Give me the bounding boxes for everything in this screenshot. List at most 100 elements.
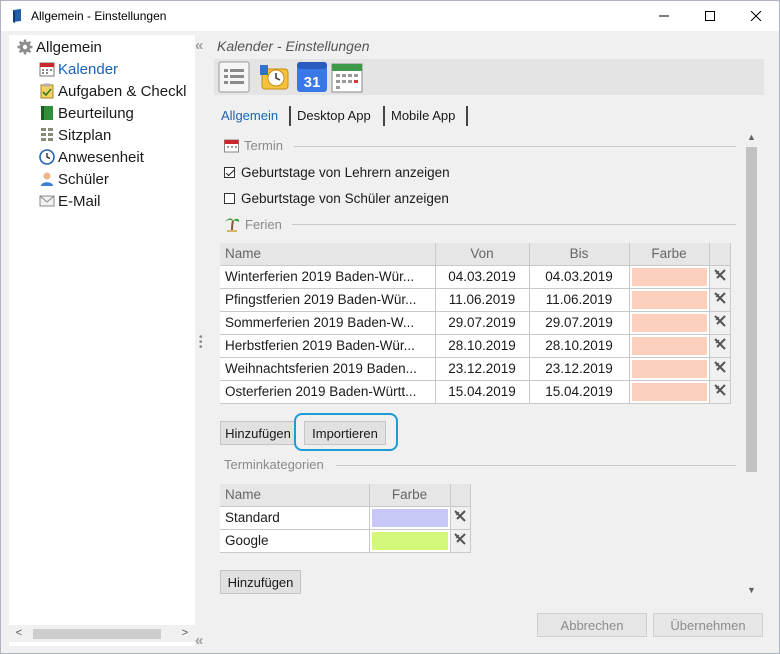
ferien-name-cell[interactable]: Weihnachtsferien 2019 Baden... bbox=[220, 357, 436, 381]
column-header-farbe[interactable]: Farbe bbox=[629, 243, 710, 266]
kategorie-name-cell[interactable]: Google bbox=[220, 529, 370, 553]
scrollbar-thumb[interactable] bbox=[746, 147, 757, 472]
tree-item-email[interactable]: E-Mail bbox=[39, 190, 101, 212]
cancel-button[interactable]: Abbrechen bbox=[537, 613, 647, 637]
color-swatch[interactable] bbox=[371, 508, 448, 527]
splitter-handle[interactable]: • • • bbox=[199, 333, 205, 353]
ferien-name-cell[interactable]: Sommerferien 2019 Baden-W... bbox=[220, 311, 436, 335]
ferien-color-cell[interactable] bbox=[629, 334, 710, 358]
kategorie-color-cell[interactable] bbox=[369, 529, 451, 553]
import-highlight-ring bbox=[294, 413, 398, 451]
table-row[interactable]: Google bbox=[220, 529, 471, 553]
tab-desktop-app[interactable]: Desktop App bbox=[293, 105, 375, 127]
checkbox-row-lehrer[interactable]: Geburtstage von Lehrern anzeigen bbox=[224, 165, 450, 180]
ferien-von-cell[interactable]: 28.10.2019 bbox=[435, 334, 530, 358]
ferien-von-cell[interactable]: 11.06.2019 bbox=[435, 288, 530, 312]
close-button[interactable] bbox=[733, 1, 779, 31]
ferien-color-cell[interactable] bbox=[629, 288, 710, 312]
scroll-down-icon[interactable]: ▼ bbox=[743, 582, 760, 598]
list-icon[interactable] bbox=[218, 61, 250, 93]
ferien-bis-cell[interactable]: 23.12.2019 bbox=[529, 357, 630, 381]
scroll-left-icon[interactable]: < bbox=[11, 625, 27, 642]
content-vertical-scrollbar[interactable]: ▲ ▼ bbox=[743, 127, 760, 600]
ferien-von-cell[interactable]: 15.04.2019 bbox=[435, 380, 530, 404]
ferien-color-cell[interactable] bbox=[629, 357, 710, 381]
sidebar-horizontal-scrollbar[interactable]: < > bbox=[9, 625, 195, 642]
color-swatch[interactable] bbox=[631, 313, 707, 332]
calendar-app-icon[interactable] bbox=[331, 61, 363, 93]
color-swatch[interactable] bbox=[631, 290, 707, 309]
delete-row-button[interactable] bbox=[709, 334, 731, 358]
ferien-color-cell[interactable] bbox=[629, 311, 710, 335]
tab-allgemein[interactable]: Allgemein bbox=[217, 105, 282, 127]
color-swatch[interactable] bbox=[631, 267, 707, 286]
maximize-button[interactable] bbox=[687, 1, 733, 31]
ferien-name-cell[interactable]: Pfingstferien 2019 Baden-Wür... bbox=[220, 288, 436, 312]
calendar-toolbar: 31 bbox=[214, 59, 764, 95]
table-row[interactable]: Standard bbox=[220, 506, 471, 530]
apply-button[interactable]: Übernehmen bbox=[653, 613, 763, 637]
birthday-teachers-checkbox[interactable] bbox=[224, 167, 235, 178]
delete-row-button[interactable] bbox=[709, 265, 731, 289]
collapse-panel-bottom-icon[interactable]: « bbox=[195, 632, 203, 649]
ferien-bis-cell[interactable]: 11.06.2019 bbox=[529, 288, 630, 312]
tab-mobile-app[interactable]: Mobile App bbox=[387, 105, 459, 127]
minimize-button[interactable] bbox=[641, 1, 687, 31]
ferien-name-cell[interactable]: Winterferien 2019 Baden-Wür... bbox=[220, 265, 436, 289]
color-swatch[interactable] bbox=[631, 336, 707, 355]
ferien-name-cell[interactable]: Herbstferien 2019 Baden-Wür... bbox=[220, 334, 436, 358]
delete-row-button[interactable] bbox=[709, 311, 731, 335]
tree-item-schueler[interactable]: Schüler bbox=[39, 168, 109, 190]
student-icon bbox=[41, 172, 53, 186]
column-header-name[interactable]: Name bbox=[220, 484, 370, 507]
table-row[interactable]: Herbstferien 2019 Baden-Wür... 28.10.2019… bbox=[220, 334, 731, 358]
table-row[interactable]: Winterferien 2019 Baden-Wür... 04.03.2019… bbox=[220, 265, 731, 289]
delete-row-button[interactable] bbox=[709, 380, 731, 404]
ferien-color-cell[interactable] bbox=[629, 265, 710, 289]
tree-item-beurteilung[interactable]: Beurteilung bbox=[39, 102, 134, 124]
ferien-bis-cell[interactable]: 04.03.2019 bbox=[529, 265, 630, 289]
tree-item-kalender[interactable]: Kalender bbox=[39, 58, 118, 80]
delete-row-button[interactable] bbox=[450, 506, 471, 530]
outlook-icon[interactable] bbox=[259, 61, 291, 93]
scroll-right-icon[interactable]: > bbox=[177, 625, 193, 642]
tree-item-allgemein[interactable]: Allgemein bbox=[17, 36, 102, 58]
tree-item-sitzplan[interactable]: Sitzplan bbox=[39, 124, 111, 146]
delete-row-button[interactable] bbox=[709, 288, 731, 312]
table-row[interactable]: Osterferien 2019 Baden-Württ... 15.04.201… bbox=[220, 380, 731, 404]
ferien-von-cell[interactable]: 04.03.2019 bbox=[435, 265, 530, 289]
table-row[interactable]: Weihnachtsferien 2019 Baden... 23.12.2019… bbox=[220, 357, 731, 381]
tree-item-anwesenheit[interactable]: Anwesenheit bbox=[39, 146, 144, 168]
color-swatch[interactable] bbox=[631, 382, 707, 401]
ferien-add-button[interactable]: Hinzufügen bbox=[220, 421, 296, 445]
column-header-farbe[interactable]: Farbe bbox=[369, 484, 451, 507]
color-swatch[interactable] bbox=[371, 531, 448, 550]
kategorien-section-header: Terminkategorien bbox=[224, 457, 324, 472]
ferien-von-cell[interactable]: 29.07.2019 bbox=[435, 311, 530, 335]
collapse-panel-icon[interactable]: « bbox=[195, 37, 203, 54]
ferien-bis-cell[interactable]: 15.04.2019 bbox=[529, 380, 630, 404]
birthday-students-checkbox[interactable] bbox=[224, 193, 235, 204]
scroll-up-icon[interactable]: ▲ bbox=[743, 129, 760, 145]
color-swatch[interactable] bbox=[631, 359, 707, 378]
table-row[interactable]: Pfingstferien 2019 Baden-Wür... 11.06.201… bbox=[220, 288, 731, 312]
kategorie-color-cell[interactable] bbox=[369, 506, 451, 530]
scrollbar-thumb[interactable] bbox=[33, 629, 161, 639]
ferien-von-cell[interactable]: 23.12.2019 bbox=[435, 357, 530, 381]
google-calendar-icon[interactable]: 31 bbox=[296, 61, 328, 93]
tree-item-aufgaben[interactable]: Aufgaben & Checkl bbox=[39, 80, 186, 102]
column-header-von[interactable]: Von bbox=[435, 243, 530, 266]
delete-row-button[interactable] bbox=[450, 529, 471, 553]
delete-row-button[interactable] bbox=[709, 357, 731, 381]
column-header-bis[interactable]: Bis bbox=[529, 243, 630, 266]
column-header-name[interactable]: Name bbox=[220, 243, 436, 266]
kategorie-name-cell[interactable]: Standard bbox=[220, 506, 370, 530]
table-row[interactable]: Sommerferien 2019 Baden-W... 29.07.2019 29… bbox=[220, 311, 731, 335]
ferien-bis-cell[interactable]: 28.10.2019 bbox=[529, 334, 630, 358]
ferien-bis-cell[interactable]: 29.07.2019 bbox=[529, 311, 630, 335]
ferien-color-cell[interactable] bbox=[629, 380, 710, 404]
delete-icon bbox=[454, 510, 466, 522]
kategorien-add-button[interactable]: Hinzufügen bbox=[220, 570, 301, 594]
ferien-name-cell[interactable]: Osterferien 2019 Baden-Württ... bbox=[220, 380, 436, 404]
checkbox-row-schueler[interactable]: Geburtstage von Schüler anzeigen bbox=[224, 191, 449, 206]
